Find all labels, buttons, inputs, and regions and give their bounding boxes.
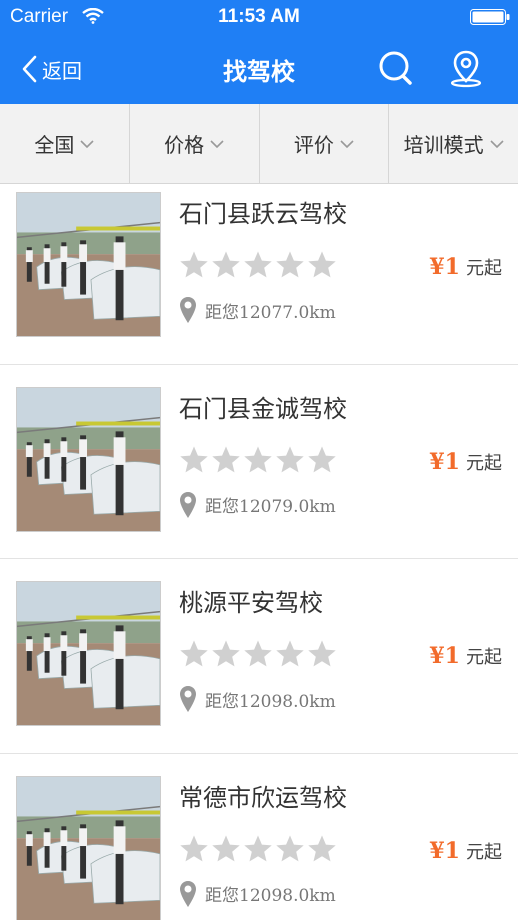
price-suffix: 元起 [466, 452, 502, 474]
star-icon [308, 835, 336, 861]
school-list-item[interactable]: 常德市欣运驾校 ¥1 元起 距您12098.0km [0, 754, 518, 920]
star-icon [276, 446, 304, 472]
price: ¥1 元起 [429, 449, 502, 475]
back-chevron-icon [22, 55, 37, 83]
chevron-down-icon [80, 139, 94, 148]
distance: 距您12077.0km [179, 296, 336, 324]
location-pin-icon [180, 491, 196, 518]
school-photo [16, 775, 161, 920]
school-photo [16, 386, 161, 532]
filter-bar: 全国 价格 评价 培训模式 [0, 104, 518, 184]
star-icon [180, 835, 208, 861]
price-suffix: 元起 [466, 258, 502, 279]
rating-stars [179, 250, 337, 280]
filter-label: 价格 [164, 133, 205, 157]
star-icon [212, 835, 240, 861]
filter-label: 全国 [34, 133, 75, 157]
location-pin-icon[interactable] [446, 48, 486, 88]
rating-stars [179, 639, 337, 669]
distance: 距您12098.0km [179, 685, 336, 713]
filter-price[interactable]: 价格 [130, 104, 260, 183]
star-icon [244, 640, 272, 667]
star-icon [276, 251, 304, 278]
star-icon [244, 446, 272, 472]
status-time: 11:53 AM [218, 6, 300, 27]
school-name: 常德市欣运驾校 [179, 783, 347, 812]
chevron-down-icon [340, 139, 354, 148]
star-icon [308, 446, 336, 472]
price: ¥1 元起 [429, 643, 502, 669]
distance-text: 距您12098.0km [205, 886, 336, 906]
star-icon [212, 251, 240, 278]
star-icon [276, 835, 304, 861]
nav-bar: 返回 找驾校 [0, 34, 518, 104]
star-icon [180, 251, 208, 278]
school-name: 石门县金诚驾校 [179, 394, 347, 423]
back-label: 返回 [42, 58, 82, 83]
school-list-item[interactable]: 石门县金诚驾校 ¥1 元起 距您12079.0km [0, 365, 518, 559]
star-icon [212, 640, 240, 667]
price-value: ¥1 [429, 448, 460, 475]
rating-stars [179, 834, 337, 864]
school-list-item[interactable]: 桃源平安驾校 ¥1 元起 距您12098.0km [0, 559, 518, 754]
price-value: ¥1 [429, 254, 460, 280]
price-suffix: 元起 [466, 647, 502, 668]
filter-region[interactable]: 全国 [0, 104, 130, 183]
filter-label: 评价 [293, 133, 334, 157]
location-pin-icon [180, 686, 196, 712]
star-icon [212, 446, 240, 472]
star-icon [180, 446, 208, 472]
school-name: 石门县跃云驾校 [179, 200, 347, 228]
filter-label: 培训模式 [403, 133, 484, 157]
distance-text: 距您12077.0km [205, 302, 336, 323]
chevron-down-icon [210, 139, 224, 148]
price-value: ¥1 [429, 643, 460, 669]
battery-icon [470, 9, 510, 25]
school-photo [16, 581, 161, 726]
school-photo [16, 192, 161, 337]
distance: 距您12098.0km [179, 880, 336, 908]
distance: 距您12079.0km [179, 491, 336, 519]
star-icon [276, 640, 304, 667]
chevron-down-icon [490, 139, 504, 148]
search-icon[interactable] [376, 48, 416, 88]
star-icon [308, 640, 336, 667]
back-button[interactable]: 返回 [20, 52, 82, 86]
star-icon [308, 251, 336, 278]
price: ¥1 元起 [429, 838, 502, 864]
star-icon [180, 640, 208, 667]
distance-text: 距您12079.0km [205, 497, 336, 517]
status-bar: Carrier 11:53 AM [0, 0, 518, 34]
star-icon [244, 835, 272, 861]
distance-text: 距您12098.0km [205, 691, 336, 712]
price-value: ¥1 [429, 837, 460, 864]
school-list[interactable]: 石门县跃云驾校 ¥1 元起 距您12077.0km 石门县金诚驾校 ¥1 元起 … [0, 184, 518, 920]
school-name: 桃源平安驾校 [179, 589, 323, 617]
school-list-item[interactable]: 石门县跃云驾校 ¥1 元起 距您12077.0km [0, 184, 518, 365]
filter-training-mode[interactable]: 培训模式 [389, 104, 518, 183]
location-pin-icon [180, 297, 196, 323]
location-pin-icon [180, 880, 196, 907]
filter-rating[interactable]: 评价 [260, 104, 390, 183]
rating-stars [179, 445, 337, 475]
price-suffix: 元起 [466, 841, 502, 863]
price: ¥1 元起 [429, 254, 502, 280]
star-icon [244, 251, 272, 278]
